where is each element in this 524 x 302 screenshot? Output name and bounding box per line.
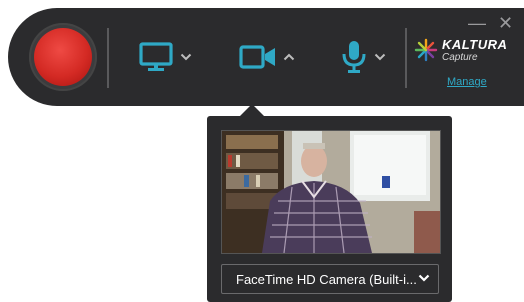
microphone-icon bbox=[342, 41, 366, 73]
chevron-down-icon bbox=[418, 274, 430, 282]
microphone-toggle[interactable] bbox=[340, 32, 386, 82]
video-camera-icon bbox=[239, 45, 275, 69]
brand-name: KALTURA bbox=[442, 37, 508, 52]
camera-preview-image bbox=[222, 131, 440, 253]
camera-popover: FaceTime HD Camera (Built-i... bbox=[207, 116, 452, 302]
toolbar-divider bbox=[107, 28, 109, 88]
kaltura-starburst-icon bbox=[414, 38, 438, 62]
camera-device-selected: FaceTime HD Camera (Built-i... bbox=[236, 272, 417, 287]
camera-device-select[interactable]: FaceTime HD Camera (Built-i... bbox=[221, 264, 439, 294]
kaltura-capture-logo: KALTURA Capture bbox=[414, 36, 514, 70]
chevron-up-icon bbox=[283, 53, 295, 61]
chevron-down-icon bbox=[180, 53, 192, 61]
product-name: Capture bbox=[442, 52, 478, 63]
minimize-button[interactable]: — bbox=[468, 14, 486, 32]
manage-link[interactable]: Manage bbox=[447, 76, 487, 88]
screen-toggle[interactable] bbox=[138, 32, 192, 82]
record-button[interactable] bbox=[34, 28, 92, 86]
record-button-ring bbox=[29, 23, 97, 91]
camera-preview bbox=[221, 130, 441, 254]
monitor-icon bbox=[139, 42, 173, 71]
chevron-down-icon bbox=[374, 53, 386, 61]
camera-toggle[interactable] bbox=[239, 32, 295, 82]
popover-pointer bbox=[240, 104, 264, 116]
close-button[interactable]: ✕ bbox=[498, 14, 513, 32]
toolbar-divider bbox=[405, 28, 407, 88]
